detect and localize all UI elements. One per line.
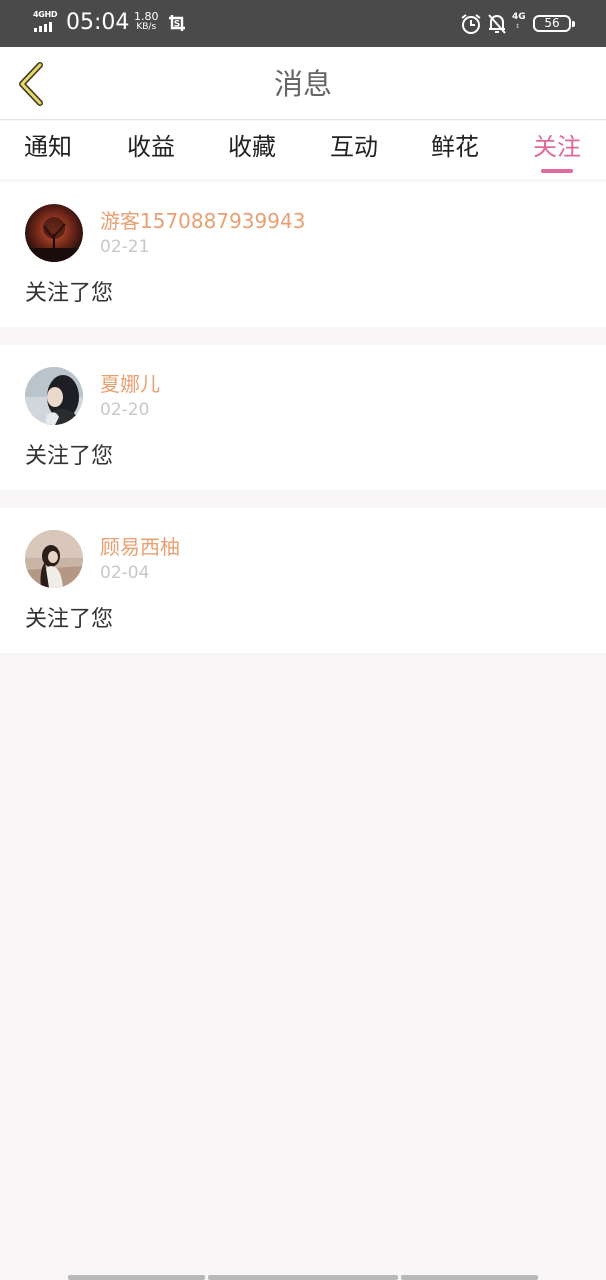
header: 消息	[0, 47, 606, 120]
data-arrows-icon: ↕	[515, 23, 521, 30]
tab-earnings[interactable]: 收益	[111, 130, 191, 170]
network-4g: 4G ↕	[512, 12, 526, 32]
tab-favorites[interactable]: 收藏	[212, 130, 292, 170]
message-date: 02-04	[100, 563, 150, 583]
network-type: 4GHD	[33, 10, 58, 19]
nav-gesture-bar[interactable]	[401, 1275, 538, 1280]
message-text: 关注了您	[25, 444, 114, 469]
status-time: 05:04	[66, 10, 130, 35]
username[interactable]: 游客1570887939943	[100, 208, 305, 234]
network-speed: 1.80 KB/s	[134, 11, 159, 33]
status-bar: 4GHD 05:04 1.80 KB/s S 4G ↕ 56	[0, 0, 606, 47]
network-4g-label: 4G	[512, 12, 526, 22]
page-title: 消息	[273, 67, 332, 101]
list-item[interactable]: 游客1570887939943 02-21 关注了您	[0, 182, 606, 327]
alarm-icon	[461, 14, 481, 34]
tab-follow-label: 关注	[533, 133, 581, 161]
svg-text:S: S	[174, 20, 180, 30]
tab-notice[interactable]: 通知	[8, 130, 88, 170]
bell-muted-icon	[488, 14, 506, 34]
speed-unit: KB/s	[136, 22, 157, 32]
message-date: 02-20	[100, 400, 150, 420]
username[interactable]: 夏娜儿	[100, 371, 160, 397]
list-item[interactable]: 顾易西柚 02-04 关注了您	[0, 508, 606, 653]
avatar[interactable]	[25, 530, 83, 588]
signal-icon: 4GHD	[33, 10, 59, 34]
active-tab-indicator	[541, 169, 573, 173]
tab-bar: 通知 收益 收藏 互动 鲜花 关注	[0, 121, 606, 179]
nav-gesture-bar[interactable]	[208, 1275, 398, 1280]
battery-icon: 56	[533, 15, 575, 32]
tab-interaction[interactable]: 互动	[314, 130, 394, 170]
avatar[interactable]	[25, 204, 83, 262]
tab-flowers[interactable]: 鲜花	[415, 130, 495, 170]
message-text: 关注了您	[25, 281, 114, 306]
avatar[interactable]	[25, 367, 83, 425]
battery-level: 56	[544, 16, 560, 30]
list-item[interactable]: 夏娜儿 02-20 关注了您	[0, 345, 606, 490]
tab-follow[interactable]: 关注	[517, 130, 597, 173]
screenshot-icon: S	[169, 15, 185, 31]
message-date: 02-21	[100, 237, 150, 257]
nav-gesture-bar[interactable]	[68, 1275, 205, 1280]
message-text: 关注了您	[25, 607, 114, 632]
username[interactable]: 顾易西柚	[100, 534, 180, 560]
